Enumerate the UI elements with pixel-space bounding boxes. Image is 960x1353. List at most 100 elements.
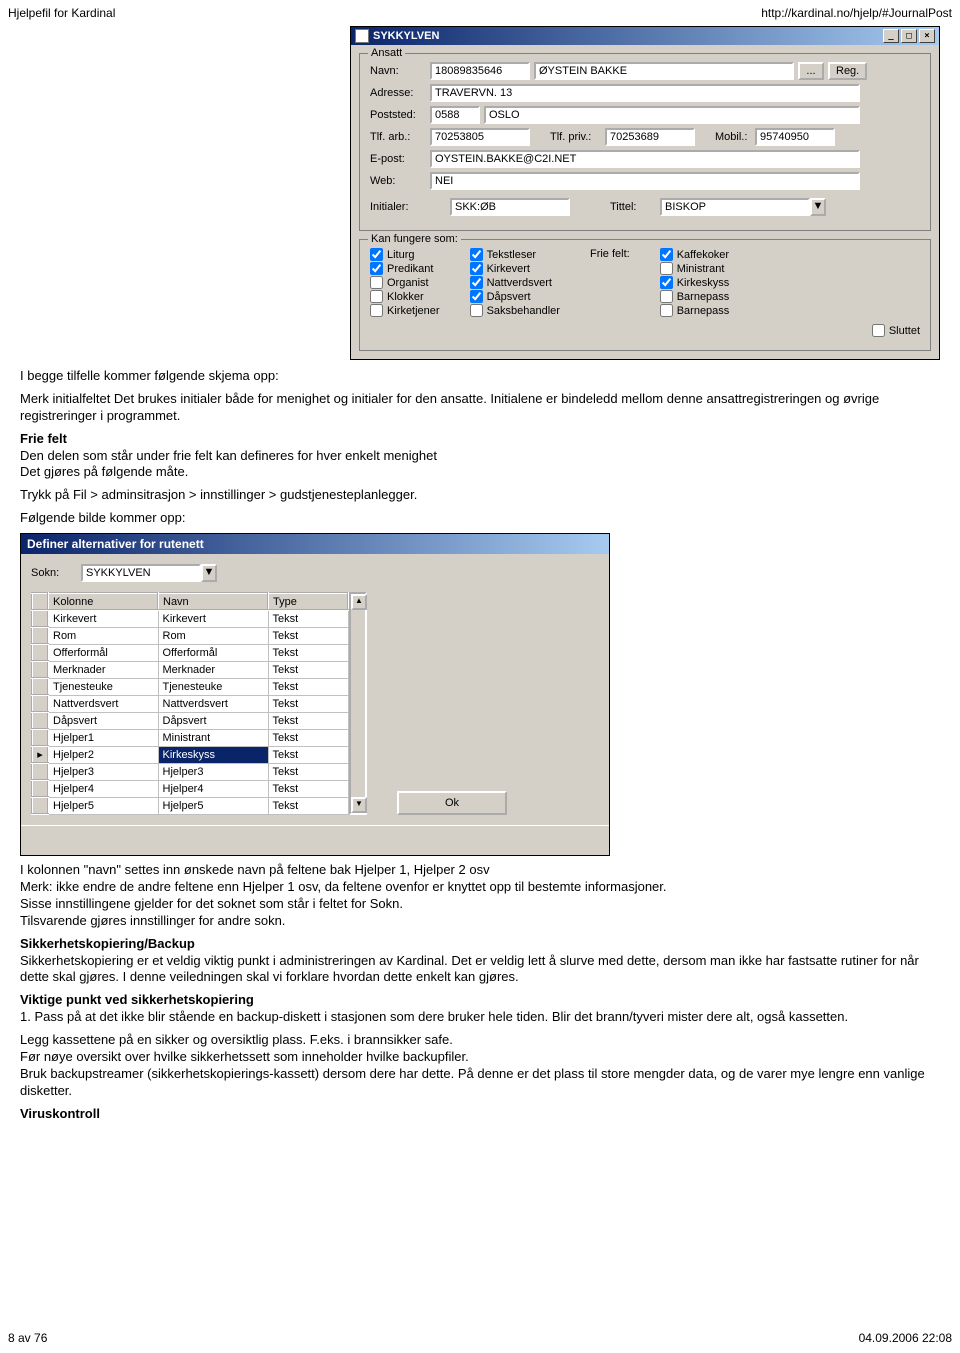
table-cell[interactable]: Tekst (268, 780, 348, 797)
table-cell[interactable]: Tekst (268, 695, 348, 712)
table-cell[interactable]: Tekst (268, 661, 348, 678)
table-cell[interactable]: Merknader (48, 661, 158, 678)
role1-row[interactable]: Kirketjener (370, 304, 440, 317)
column-header[interactable]: Type (268, 593, 348, 610)
table-cell[interactable]: Tekst (268, 678, 348, 695)
table-cell[interactable]: Tjenesteuke (48, 678, 158, 695)
table-row[interactable]: Hjelper5Hjelper5Tekst (32, 797, 348, 814)
role2-checkbox[interactable] (470, 262, 483, 275)
table-row[interactable]: TjenesteukeTjenesteukeTekst (32, 678, 348, 695)
column-header[interactable]: Navn (158, 593, 268, 610)
table-cell[interactable]: Offerformål (158, 644, 268, 661)
table-row[interactable]: NattverdsvertNattverdsvertTekst (32, 695, 348, 712)
table-cell[interactable]: Kirkevert (158, 610, 268, 627)
role1-row[interactable]: Klokker (370, 290, 440, 303)
role1-checkbox[interactable] (370, 276, 383, 289)
table-row[interactable]: Hjelper4Hjelper4Tekst (32, 780, 348, 797)
table-cell[interactable]: Hjelper5 (158, 797, 268, 814)
role1-checkbox[interactable] (370, 290, 383, 303)
role3-checkbox[interactable] (660, 248, 673, 261)
table-row[interactable]: OfferformålOfferformålTekst (32, 644, 348, 661)
role2-row[interactable]: Tekstleser (470, 248, 560, 261)
navn-nr-input[interactable] (430, 62, 530, 80)
role2-row[interactable]: Nattverdsvert (470, 276, 560, 289)
table-cell[interactable]: Tekst (268, 763, 348, 780)
role1-row[interactable]: Predikant (370, 262, 440, 275)
role1-row[interactable]: Organist (370, 276, 440, 289)
scroll-up-button[interactable]: ▲ (351, 594, 367, 610)
sokn-dropdown-button[interactable]: ▼ (201, 564, 217, 582)
tittel-dropdown-button[interactable]: ▼ (810, 198, 826, 216)
table-cell[interactable]: Ministrant (158, 729, 268, 746)
sokn-input[interactable] (81, 564, 201, 582)
table-cell[interactable]: Hjelper3 (48, 763, 158, 780)
titlebar-ansatt[interactable]: SYKKYLVEN _ □ × (351, 27, 939, 45)
role1-checkbox[interactable] (370, 304, 383, 317)
web-input[interactable] (430, 172, 860, 190)
role3-checkbox[interactable] (660, 276, 673, 289)
close-button[interactable]: × (919, 29, 935, 43)
rutenett-table[interactable]: KolonneNavnTypeKirkevertKirkevertTekstRo… (31, 592, 349, 815)
table-row[interactable]: Hjelper3Hjelper3Tekst (32, 763, 348, 780)
role3-row[interactable]: Ministrant (660, 262, 730, 275)
role3-checkbox[interactable] (660, 290, 673, 303)
scroll-down-button[interactable]: ▼ (351, 797, 367, 813)
minimize-button[interactable]: _ (883, 29, 899, 43)
table-cell[interactable]: Merknader (158, 661, 268, 678)
table-row[interactable]: Hjelper1MinistrantTekst (32, 729, 348, 746)
epost-input[interactable] (430, 150, 860, 168)
table-cell[interactable]: Hjelper5 (48, 797, 158, 814)
sluttet-checkbox-row[interactable]: Sluttet (872, 324, 920, 337)
ok-button[interactable]: Ok (397, 791, 507, 815)
table-cell[interactable]: Rom (48, 627, 158, 644)
table-cell[interactable]: Dåpsvert (48, 712, 158, 729)
table-row[interactable]: ▸Hjelper2KirkeskyssTekst (32, 746, 348, 763)
postnr-input[interactable] (430, 106, 480, 124)
table-cell[interactable]: Hjelper3 (158, 763, 268, 780)
reg-button[interactable]: Reg. (828, 62, 867, 80)
table-cell[interactable]: Offerformål (48, 644, 158, 661)
table-cell[interactable]: Dåpsvert (158, 712, 268, 729)
table-cell[interactable]: Tekst (268, 729, 348, 746)
role2-checkbox[interactable] (470, 248, 483, 261)
table-cell[interactable]: Nattverdsvert (48, 695, 158, 712)
navn-lookup-button[interactable]: ... (798, 62, 824, 80)
initialer-input[interactable] (450, 198, 570, 216)
table-cell[interactable]: Hjelper4 (158, 780, 268, 797)
tlfarb-input[interactable] (430, 128, 530, 146)
role2-row[interactable]: Kirkevert (470, 262, 560, 275)
table-cell[interactable]: Kirkevert (48, 610, 158, 627)
role1-row[interactable]: Liturg (370, 248, 440, 261)
role3-row[interactable]: Barnepass (660, 304, 730, 317)
role2-checkbox[interactable] (470, 290, 483, 303)
poststed-input[interactable] (484, 106, 860, 124)
role3-row[interactable]: Kirkeskyss (660, 276, 730, 289)
tlfpriv-input[interactable] (605, 128, 695, 146)
role2-row[interactable]: Dåpsvert (470, 290, 560, 303)
role2-checkbox[interactable] (470, 304, 483, 317)
table-cell[interactable]: Tekst (268, 610, 348, 627)
tittel-input[interactable] (660, 198, 810, 216)
mobil-input[interactable] (755, 128, 835, 146)
role3-checkbox[interactable] (660, 304, 673, 317)
table-cell[interactable]: Hjelper4 (48, 780, 158, 797)
table-cell[interactable]: Tekst (268, 712, 348, 729)
table-cell[interactable]: Kirkeskyss (158, 746, 268, 763)
role1-checkbox[interactable] (370, 262, 383, 275)
navn-input[interactable] (534, 62, 794, 80)
table-cell[interactable]: Nattverdsvert (158, 695, 268, 712)
table-row[interactable]: RomRomTekst (32, 627, 348, 644)
table-cell[interactable]: Rom (158, 627, 268, 644)
role3-row[interactable]: Barnepass (660, 290, 730, 303)
table-row[interactable]: KirkevertKirkevertTekst (32, 610, 348, 627)
role1-checkbox[interactable] (370, 248, 383, 261)
table-cell[interactable]: Tekst (268, 797, 348, 814)
sluttet-checkbox[interactable] (872, 324, 885, 337)
role2-checkbox[interactable] (470, 276, 483, 289)
role3-checkbox[interactable] (660, 262, 673, 275)
role3-row[interactable]: Kaffekoker (660, 248, 730, 261)
table-cell[interactable]: Tekst (268, 746, 348, 763)
table-cell[interactable]: Tjenesteuke (158, 678, 268, 695)
column-header[interactable]: Kolonne (48, 593, 158, 610)
maximize-button[interactable]: □ (901, 29, 917, 43)
